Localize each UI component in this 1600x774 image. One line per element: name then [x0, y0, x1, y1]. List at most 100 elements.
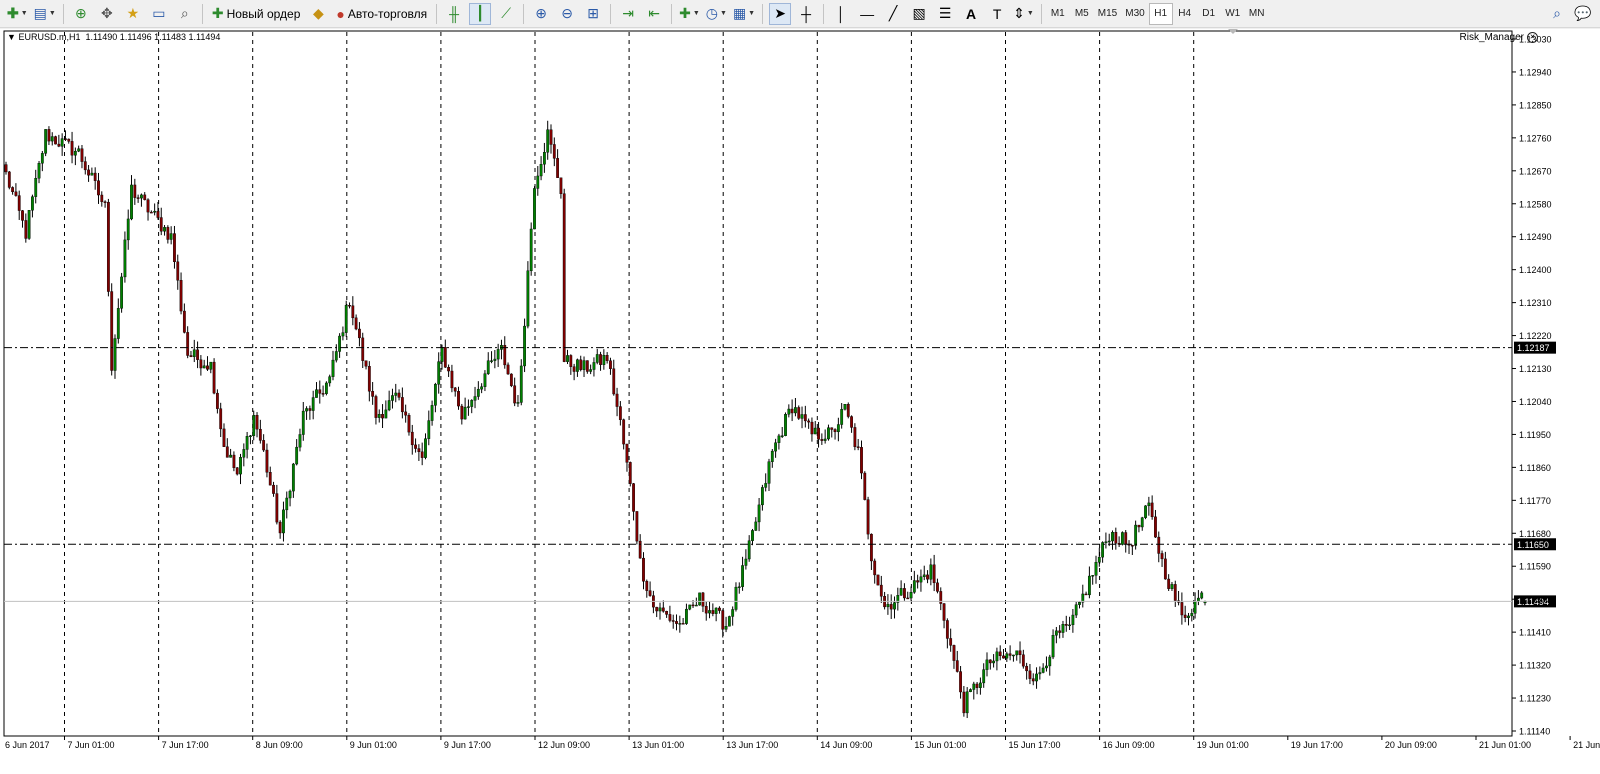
candle-body: [797, 407, 801, 419]
timeframe-h4-button[interactable]: H4: [1173, 3, 1197, 25]
candle-body: [493, 358, 497, 361]
candle-body: [354, 317, 358, 330]
x-tick-label: 13 Jun 17:00: [726, 740, 778, 750]
candle-body: [698, 592, 702, 606]
timeframe-mn-button[interactable]: MN: [1245, 3, 1269, 25]
candle-body: [219, 408, 223, 430]
candle-body: [258, 428, 262, 441]
text-label-button[interactable]: T: [986, 3, 1008, 25]
candle-body: [437, 361, 441, 385]
candle-body: [275, 493, 279, 523]
plot-area[interactable]: [3, 30, 1513, 737]
candle-body: [50, 136, 54, 142]
candle-body: [239, 457, 242, 475]
collapse-arrow-icon[interactable]: ▼: [7, 32, 16, 42]
timeframe-d1-button[interactable]: D1: [1197, 3, 1221, 25]
book-icon: ◆: [313, 5, 324, 21]
candle-body: [1183, 614, 1187, 618]
indicators-button[interactable]: ✚ ▼: [678, 3, 701, 25]
chart-canvas[interactable]: 1.121871.116501.114941.130301.129401.128…: [0, 29, 1600, 774]
candle-body: [106, 201, 110, 292]
candle-body: [790, 408, 794, 414]
zoom-in-button[interactable]: ⊕: [530, 3, 552, 25]
meta-editor-button[interactable]: ◆: [307, 3, 329, 25]
data-window-button[interactable]: ✥: [96, 3, 118, 25]
candle-body: [265, 449, 269, 473]
indicator-close-icon[interactable]: ✕: [1527, 32, 1538, 43]
candle-body: [235, 467, 239, 475]
candle-body: [1144, 505, 1147, 518]
bar-chart-button[interactable]: ╫: [443, 3, 465, 25]
trendline-button[interactable]: ╱: [882, 3, 904, 25]
timeframe-m30-button[interactable]: M30: [1121, 3, 1148, 25]
auto-scroll-button[interactable]: ⇥: [617, 3, 639, 25]
candle-body: [579, 359, 583, 370]
candle-body: [962, 691, 966, 714]
templates-button[interactable]: ▦ ▼: [732, 3, 756, 25]
crosshair-button[interactable]: ┼: [795, 3, 817, 25]
periods-button[interactable]: ◷ ▼: [705, 3, 728, 25]
candle-body: [1058, 630, 1062, 633]
line-chart-button[interactable]: ⟋: [495, 3, 517, 25]
candle-body: [490, 360, 493, 362]
candle-body: [860, 447, 863, 474]
candle-body: [724, 626, 728, 630]
candle-body: [288, 490, 292, 499]
strategy-tester-button[interactable]: ⌕: [174, 3, 196, 25]
candle-body: [1018, 650, 1022, 655]
vertical-line-button[interactable]: │: [830, 3, 852, 25]
candle-body: [338, 335, 342, 352]
star-folder-icon: ★: [126, 5, 140, 21]
candle-body: [1087, 575, 1091, 596]
timeframe-h1-button[interactable]: H1: [1148, 2, 1173, 25]
tile-windows-button[interactable]: ⊞: [582, 3, 604, 25]
fibonacci-icon: ☰: [938, 5, 952, 21]
level-price-label: 1.12187: [1517, 343, 1550, 353]
timeframe-w1-button[interactable]: W1: [1221, 3, 1245, 25]
fibonacci-button[interactable]: ☰: [934, 3, 956, 25]
new-order-button[interactable]: ✚ Новый ордер: [209, 3, 304, 25]
candle-body: [523, 325, 526, 367]
market-watch-button[interactable]: ⊕: [70, 3, 92, 25]
candle-body: [209, 361, 213, 370]
cursor-button[interactable]: ➤: [769, 2, 792, 25]
chart-shift-marker[interactable]: [1228, 29, 1238, 34]
horizontal-line-button[interactable]: —: [856, 3, 878, 25]
equidistant-channel-button[interactable]: ▧: [908, 3, 930, 25]
terminal-button[interactable]: ▭: [148, 3, 170, 25]
search-button[interactable]: ⌕: [1546, 3, 1568, 25]
timeframe-m5-button[interactable]: M5: [1070, 3, 1094, 25]
text-button[interactable]: A: [960, 3, 982, 25]
candle-body: [566, 355, 569, 362]
candle-body: [242, 449, 246, 458]
candle-body: [513, 385, 517, 404]
zoom-out-button[interactable]: ⊖: [556, 3, 578, 25]
timeframe-m15-button[interactable]: M15: [1094, 3, 1121, 25]
new-chart-button[interactable]: ✚ ▼: [6, 3, 29, 25]
candle-body: [1196, 597, 1200, 602]
candle-body: [427, 420, 431, 439]
candle-body: [480, 386, 484, 390]
chat-button[interactable]: 💬: [1572, 3, 1594, 25]
arrows-button[interactable]: ⇕ ▼: [1012, 3, 1035, 25]
chart-shift-button[interactable]: ⇤: [643, 3, 665, 25]
candle-body: [949, 638, 953, 646]
candle-body: [1200, 592, 1204, 599]
candle-body: [823, 438, 827, 441]
chart-window[interactable]: 1.12187 1.11650 1.11494 1.13030 1.12940 1.128…: [0, 29, 1600, 774]
candle-body: [955, 660, 959, 672]
candle-body: [912, 580, 916, 593]
auto-trading-button[interactable]: ● Авто-торговля: [333, 3, 430, 25]
profiles-button[interactable]: ▤ ▼: [33, 3, 57, 25]
candle-body: [420, 451, 424, 458]
candle-body: [985, 659, 989, 670]
navigator-button[interactable]: ★: [122, 3, 144, 25]
candle-body: [153, 210, 157, 213]
timeframe-m1-button[interactable]: M1: [1046, 3, 1070, 25]
candle-body: [31, 196, 34, 211]
clock-icon: ◷: [705, 5, 718, 21]
candle-body: [358, 328, 361, 339]
candlestick-chart-button[interactable]: ┃: [469, 2, 492, 25]
candle-body: [767, 461, 771, 484]
candle-body: [1028, 670, 1032, 679]
